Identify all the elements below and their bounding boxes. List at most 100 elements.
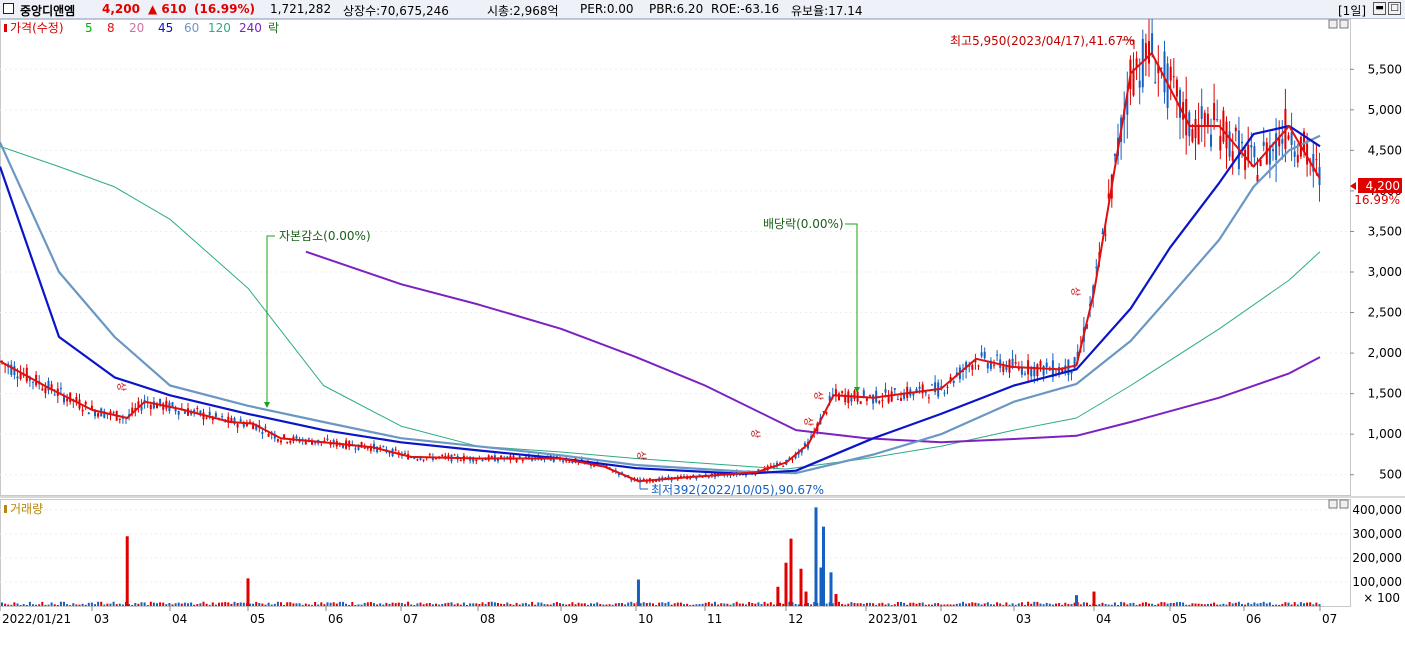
- volume-bar: [562, 603, 565, 606]
- candle-body: [413, 457, 416, 459]
- volume-bar: [174, 603, 177, 606]
- volume-bar: [44, 604, 47, 606]
- volume-bar: [952, 604, 955, 606]
- price-tick-label: 2,000: [1368, 346, 1402, 360]
- volume-bar: [187, 603, 189, 606]
- volume-bar: [112, 601, 115, 606]
- volume-bar: [469, 603, 472, 606]
- legend-ma120: 120: [208, 21, 231, 35]
- volume-bar: [782, 603, 785, 606]
- candle-body: [422, 459, 425, 461]
- volume-bar: [599, 603, 602, 606]
- volume-bar: [605, 604, 608, 606]
- volume-bar: [422, 604, 425, 606]
- maximize-icon[interactable]: □: [1388, 2, 1401, 15]
- price-change-pct: (16.99%): [194, 2, 255, 16]
- volume-bar: [35, 604, 38, 606]
- volume-bar: [69, 605, 72, 606]
- volume-bar: [224, 602, 227, 606]
- candle-body: [475, 459, 478, 462]
- candle-body: [84, 401, 87, 405]
- volume-bar: [850, 602, 853, 606]
- date-tick-label: 08: [480, 612, 495, 626]
- date-tick-label: 07: [1322, 612, 1337, 626]
- price-tick-label: 1,000: [1368, 427, 1402, 441]
- volume-bar: [710, 603, 713, 606]
- volume-bar: [400, 602, 403, 606]
- candle-body: [1253, 146, 1256, 158]
- volume-bar: [1272, 604, 1274, 606]
- volume-bar: [109, 603, 112, 606]
- volume-bar: [481, 602, 484, 606]
- volume-bar: [1172, 602, 1175, 606]
- volume-bar: [875, 604, 878, 606]
- volume-bar: [1197, 603, 1200, 606]
- volume-bar: [1014, 604, 1017, 606]
- volume-tick-label: 100,000: [1352, 575, 1402, 589]
- volume-bar: [1089, 604, 1092, 606]
- volume-bar: [934, 603, 937, 606]
- candle-body: [165, 400, 168, 409]
- candle-body: [869, 395, 871, 397]
- date-tick-label: 04: [172, 612, 187, 626]
- date-tick-label: 06: [328, 612, 343, 626]
- volume-bar: [862, 604, 865, 606]
- candle-body: [481, 459, 484, 462]
- volume-bar: [1045, 602, 1048, 606]
- volume-bar: [1079, 604, 1082, 606]
- volume-bar: [72, 603, 75, 606]
- volume-bar: [1287, 602, 1290, 606]
- volume-bar: [165, 604, 168, 606]
- volume-bar: [394, 603, 397, 606]
- volume-bar: [946, 604, 949, 606]
- volume-bar: [1191, 603, 1194, 606]
- candle-body: [983, 351, 986, 359]
- candle-body: [878, 401, 881, 404]
- candle-body: [1228, 131, 1231, 157]
- candle-body: [890, 391, 893, 402]
- panel-minimize-button[interactable]: [1328, 19, 1338, 29]
- volume-bar: [196, 604, 199, 606]
- minimize-icon[interactable]: ▬: [1373, 2, 1386, 15]
- volume-bar: [1275, 604, 1278, 606]
- candle-body: [521, 459, 524, 461]
- candle-body: [506, 456, 509, 458]
- volume-bar: [239, 602, 242, 606]
- price-tick-label: 3,000: [1368, 265, 1402, 279]
- period-label[interactable]: [1일]: [1338, 2, 1366, 19]
- candle-body: [707, 476, 710, 478]
- volume-bar: [602, 604, 605, 606]
- volume-bar: [242, 602, 245, 606]
- candle-body: [1262, 141, 1265, 146]
- candle-body: [205, 417, 208, 419]
- volume-bar: [1268, 602, 1271, 606]
- volume-bar: [1219, 604, 1222, 606]
- volume-bar: [1225, 604, 1228, 606]
- volume-legend-marker: [4, 505, 7, 513]
- candle-body: [977, 365, 980, 367]
- volume-bar: [320, 602, 323, 606]
- volume-bar: [1175, 602, 1178, 606]
- volume-bar: [1070, 604, 1073, 606]
- volume-bar: [958, 603, 961, 606]
- volume-bar: [1169, 602, 1172, 606]
- date-tick-label: 09: [563, 612, 578, 626]
- panel-close-button[interactable]: [1339, 19, 1349, 29]
- volume-bar: [1064, 602, 1067, 606]
- candle-body: [611, 471, 614, 473]
- stock-header-bar: 중앙디앤엠 4,200 ▲ 610 (16.99%) 1,721,282 상장수…: [0, 0, 1405, 19]
- volume-tick-label: 300,000: [1352, 527, 1402, 541]
- volume-bar: [1092, 591, 1096, 606]
- select-checkbox[interactable]: [3, 3, 14, 14]
- volume-bar: [872, 603, 875, 606]
- volume-bar: [447, 602, 450, 606]
- volume-bar: [555, 602, 558, 606]
- volume-bar: [918, 602, 921, 606]
- volume-panel-minimize-button[interactable]: [1328, 499, 1338, 509]
- candle-body: [881, 399, 884, 401]
- volume-bar: [205, 603, 208, 606]
- volume-panel-close-button[interactable]: [1339, 499, 1349, 509]
- volume-bar: [428, 602, 431, 606]
- candle-body: [1191, 129, 1194, 142]
- volume-bar: [689, 604, 692, 606]
